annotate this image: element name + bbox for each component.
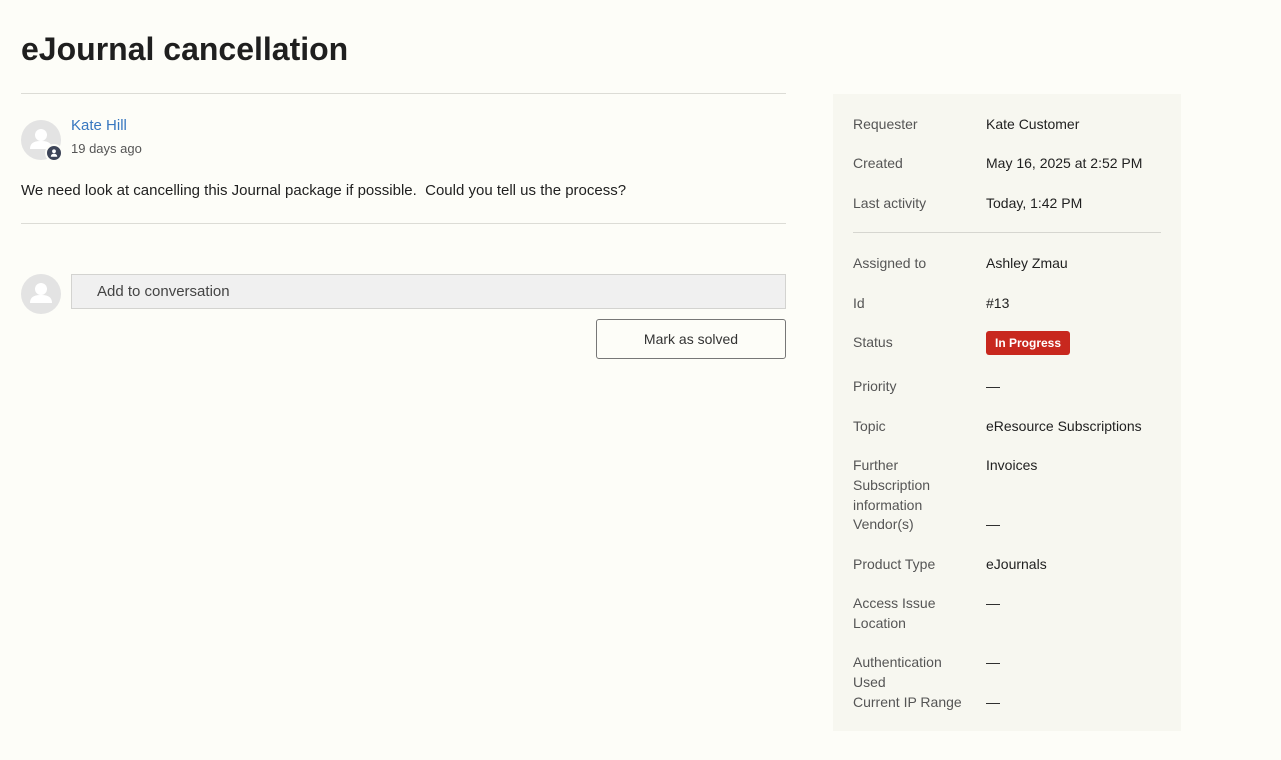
detail-label: Status <box>853 334 893 350</box>
detail-value: — <box>986 595 1000 611</box>
avatar <box>21 120 63 162</box>
detail-value: Invoices <box>986 457 1038 473</box>
status-badge: In Progress <box>986 331 1071 355</box>
detail-label: Topic <box>853 418 886 434</box>
ticket-page: eJournal cancellation Kate Hill 19 days … <box>0 0 1281 760</box>
detail-value: eJournals <box>986 556 1047 572</box>
ticket-details-sidebar: Requester Kate Customer Created May 16, … <box>833 94 1181 731</box>
detail-value: Today, 1:42 PM <box>986 195 1083 211</box>
detail-value: #13 <box>986 295 1010 311</box>
agent-badge-icon <box>45 144 63 162</box>
page-title: eJournal cancellation <box>21 31 349 67</box>
detail-label: Current IP Range <box>853 694 962 710</box>
person-icon <box>30 283 52 303</box>
divider <box>853 232 1161 233</box>
detail-value: Kate Customer <box>986 116 1080 132</box>
detail-label: Vendor(s) <box>853 516 914 532</box>
detail-value: — <box>986 378 1000 394</box>
add-to-conversation-input[interactable] <box>71 274 786 309</box>
detail-label: Created <box>853 155 903 171</box>
detail-value: May 16, 2025 at 2:52 PM <box>986 155 1143 171</box>
detail-label: Id <box>853 295 865 311</box>
avatar <box>21 274 61 314</box>
detail-value: Ashley Zmau <box>986 255 1068 271</box>
conversation: Kate Hill 19 days ago We need look at ca… <box>21 93 786 364</box>
detail-label: Authentication Used <box>853 654 942 690</box>
detail-label: Further Subscription information <box>853 457 931 513</box>
detail-label: Assigned to <box>853 255 927 271</box>
detail-label: Requester <box>853 116 918 132</box>
detail-label: Access Issue Location <box>853 595 936 631</box>
detail-value: — <box>986 654 1000 670</box>
detail-label: Product Type <box>853 556 936 572</box>
detail-label: Priority <box>853 378 897 394</box>
detail-value: — <box>986 694 1000 710</box>
detail-value: In Progress <box>986 331 1161 355</box>
comment-author-link[interactable]: Kate Hill <box>71 117 127 135</box>
comment-body: We need look at cancelling this Journal … <box>21 182 627 199</box>
detail-label: Last activity <box>853 195 927 211</box>
comment-timestamp: 19 days ago <box>71 141 142 156</box>
comment: Kate Hill 19 days ago We need look at ca… <box>21 94 786 223</box>
detail-value: — <box>986 516 1000 532</box>
detail-value: eResource Subscriptions <box>986 418 1142 434</box>
mark-as-solved-button[interactable]: Mark as solved <box>596 319 786 359</box>
reply-area: Mark as solved <box>21 224 786 364</box>
